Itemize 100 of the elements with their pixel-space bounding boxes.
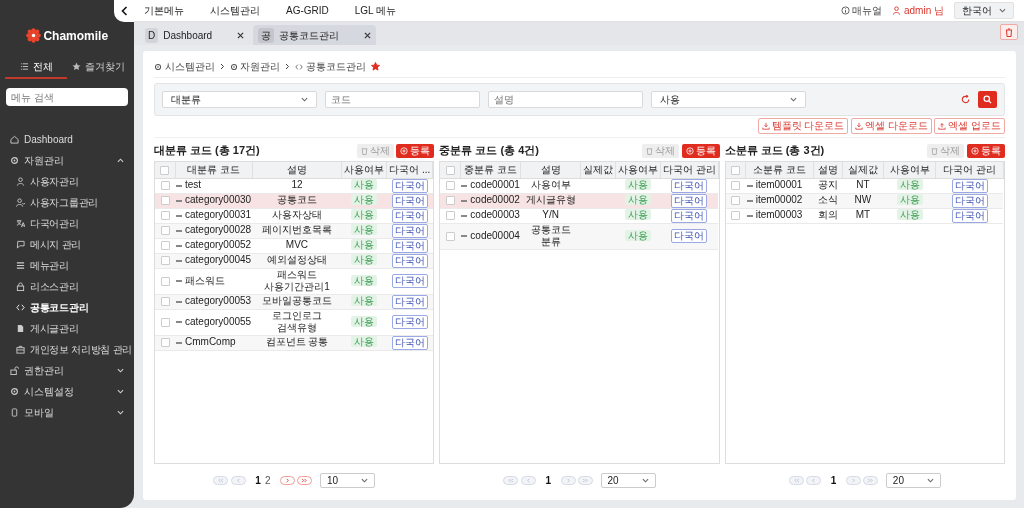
close-all-tabs-button[interactable] — [1000, 24, 1018, 40]
action-button[interactable]: 엑셀 업로드 — [934, 118, 1005, 134]
drag-handle-icon[interactable] — [176, 280, 182, 283]
checkbox[interactable] — [731, 181, 741, 191]
checkbox[interactable] — [445, 231, 455, 241]
sidebar-tab[interactable]: 전체 — [5, 56, 67, 79]
page-number[interactable]: 1 — [543, 472, 553, 488]
checkbox[interactable] — [445, 181, 455, 191]
checkbox[interactable] — [731, 196, 741, 206]
drag-handle-icon[interactable] — [176, 300, 182, 303]
page-tab[interactable]: 공 공통코드관리 — [253, 25, 377, 45]
checkbox[interactable] — [160, 196, 170, 206]
language-button[interactable]: 다국어 — [391, 315, 428, 329]
breadcrumb-item[interactable]: 자원관리 — [240, 59, 280, 74]
checkbox[interactable] — [160, 181, 170, 191]
checkbox[interactable] — [445, 196, 455, 206]
drag-handle-icon[interactable] — [176, 214, 182, 217]
language-button[interactable]: 다국어 — [391, 274, 428, 288]
drag-handle-icon[interactable] — [176, 259, 182, 262]
drag-handle-icon[interactable] — [461, 199, 468, 202]
sidebar-item[interactable]: 모바일 — [0, 402, 134, 423]
table-row[interactable]: category00028 페이지번호목록 사용 다국어 — [155, 223, 433, 238]
table-row[interactable]: item00002 소식 NW 사용 다국어 — [725, 193, 1004, 208]
page-number[interactable]: 1 — [828, 472, 839, 488]
close-icon[interactable] — [237, 31, 245, 39]
filter-select[interactable]: 대분류 — [162, 90, 317, 108]
manual-link[interactable]: 매뉴얼 — [841, 3, 883, 18]
sidebar-tab[interactable]: 즐겨찾기 — [67, 56, 129, 79]
register-button[interactable]: 등록 — [681, 143, 720, 158]
search-button[interactable] — [978, 90, 997, 108]
action-button[interactable]: 엑셀 다운로드 — [850, 118, 932, 134]
language-select[interactable]: 한국어 — [954, 2, 1014, 19]
sidebar-item[interactable]: 공통코드관리 — [0, 297, 134, 318]
close-icon[interactable] — [364, 31, 372, 39]
top-menu-link[interactable]: LGL 메뉴 — [354, 3, 397, 18]
checkbox[interactable] — [160, 276, 170, 286]
page-number[interactable]: 1 — [253, 472, 263, 488]
drag-handle-icon[interactable] — [176, 321, 182, 324]
top-menu-link[interactable]: 시스템관리 — [210, 3, 260, 18]
top-menu-link[interactable]: AG-GRID — [286, 3, 329, 18]
table-row[interactable]: category00031 사용자상태 사용 다국어 — [155, 208, 433, 223]
table-row[interactable]: category00052 MVC 사용 다국어 — [155, 238, 433, 253]
drag-handle-icon[interactable] — [746, 184, 753, 187]
checkbox[interactable] — [731, 211, 741, 221]
sidebar-item[interactable]: 다국어관리 — [0, 213, 134, 234]
checkbox[interactable] — [160, 211, 170, 221]
drag-handle-icon[interactable] — [461, 184, 468, 187]
drag-handle-icon[interactable] — [176, 199, 182, 202]
filter-input[interactable]: 코드 — [325, 90, 480, 108]
collapse-sidebar-button[interactable] — [114, 0, 134, 22]
table-row[interactable]: category00053 모바일공통코드 사용 다국어 — [155, 294, 433, 309]
drag-handle-icon[interactable] — [746, 199, 753, 202]
sidebar-item[interactable]: 자원관리 — [0, 150, 134, 171]
drag-handle-icon[interactable] — [176, 184, 182, 187]
sidebar-item[interactable]: 개인정보 처리방침 관리 — [0, 339, 134, 360]
filter-input[interactable]: 설명 — [488, 90, 643, 108]
table-row[interactable]: code00004 공통코드 분류 사용 다국어 — [440, 223, 719, 249]
table-row[interactable]: category00055 로그인로그 검색유형 사용 다국어 — [155, 309, 433, 335]
checkbox[interactable] — [160, 241, 170, 251]
next-page-button[interactable] — [279, 475, 295, 485]
table-row[interactable]: item00003 회의 MT 사용 다국어 — [725, 208, 1004, 223]
sidebar-item[interactable]: 리소스관리 — [0, 276, 134, 297]
checkbox[interactable] — [730, 166, 740, 176]
drag-handle-icon[interactable] — [746, 214, 753, 217]
language-button[interactable]: 다국어 — [671, 229, 708, 243]
sidebar-item[interactable]: Dashboard — [0, 129, 134, 150]
breadcrumb-item[interactable]: 공통코드관리 — [305, 59, 366, 74]
page-number[interactable]: 2 — [262, 472, 273, 488]
favorite-star-icon[interactable] — [370, 62, 380, 71]
checkbox[interactable] — [160, 297, 170, 307]
page-size-select[interactable]: 20 — [885, 472, 941, 488]
drag-handle-icon[interactable] — [176, 229, 182, 232]
checkbox[interactable] — [445, 166, 455, 176]
refresh-icon[interactable] — [961, 94, 970, 104]
drag-handle-icon[interactable] — [461, 214, 468, 217]
sidebar-item[interactable]: 메뉴관리 — [0, 255, 134, 276]
sidebar-item[interactable]: 권한관리 — [0, 360, 134, 381]
drag-handle-icon[interactable] — [461, 235, 468, 238]
table-row[interactable]: category00045 예외설정상태 사용 다국어 — [155, 253, 433, 268]
page-size-select[interactable]: 20 — [600, 472, 656, 488]
table-row[interactable]: CmmComp 컴포넌트 공통 사용 다국어 — [155, 335, 433, 350]
table-row[interactable]: code00002 게시글유형 사용 다국어 — [440, 193, 719, 208]
menu-search-field[interactable]: 메뉴 검색 — [6, 88, 128, 106]
breadcrumb-item[interactable]: 시스템관리 — [164, 59, 215, 74]
sidebar-item[interactable]: 시스템설정 — [0, 381, 134, 402]
checkbox[interactable] — [160, 317, 170, 327]
drag-handle-icon[interactable] — [176, 341, 182, 344]
sidebar-item[interactable]: 사용자관리 — [0, 171, 134, 192]
column-header[interactable]: 설명 — [286, 164, 307, 176]
table-row[interactable]: 패스워드 패스워드 사용기간관리1 사용 다국어 — [155, 268, 433, 294]
register-button[interactable]: 등록 — [396, 143, 435, 158]
sidebar-item[interactable]: 사용자그룹관리 — [0, 192, 134, 213]
checkbox[interactable] — [160, 166, 170, 176]
action-button[interactable]: 템플릿 다운로드 — [757, 118, 849, 134]
last-page-button[interactable] — [297, 475, 313, 485]
sidebar-item[interactable]: 게시글관리 — [0, 318, 134, 339]
page-size-select[interactable]: 10 — [319, 472, 375, 488]
page-tab[interactable]: D Dashboard — [140, 25, 250, 45]
table-row[interactable]: item00001 공지 NT 사용 다국어 — [725, 178, 1004, 193]
table-row[interactable]: category00030 공통코드 사용 다국어 — [155, 193, 433, 208]
